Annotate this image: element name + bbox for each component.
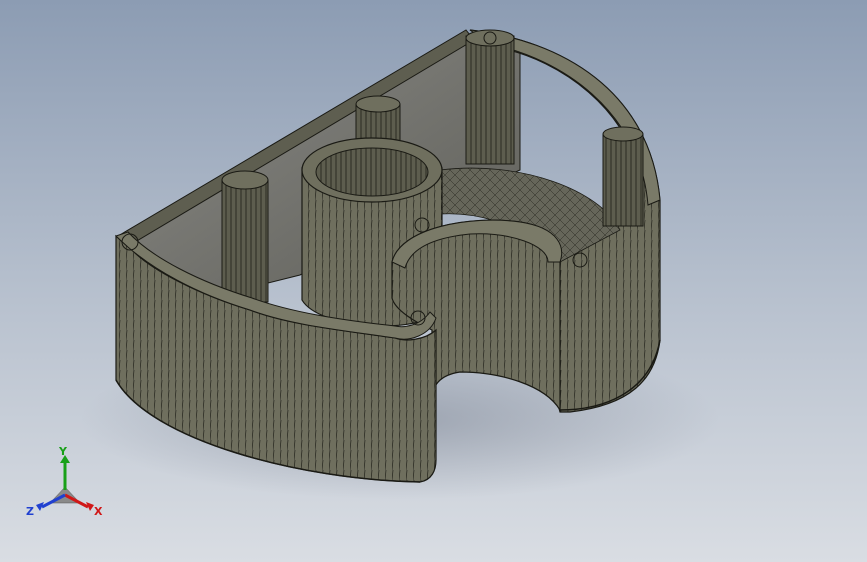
graphics-viewport[interactable]: Y X Z	[0, 0, 867, 562]
pillar-right-small	[602, 133, 644, 227]
triad-y-label: Y	[58, 445, 68, 458]
orientation-triad: Y X Z	[26, 445, 103, 518]
pillar-middle-small-top	[355, 95, 401, 113]
3d-part-model[interactable]	[0, 0, 867, 562]
triad-x-label: X	[94, 505, 103, 518]
central-tube-bore	[315, 147, 429, 197]
pillar-left-top	[221, 170, 269, 190]
triad-z-label: Z	[26, 505, 34, 518]
pillar-right-small-top	[602, 126, 644, 142]
pillar-back-tall	[465, 35, 515, 165]
pillar-left	[221, 179, 269, 303]
